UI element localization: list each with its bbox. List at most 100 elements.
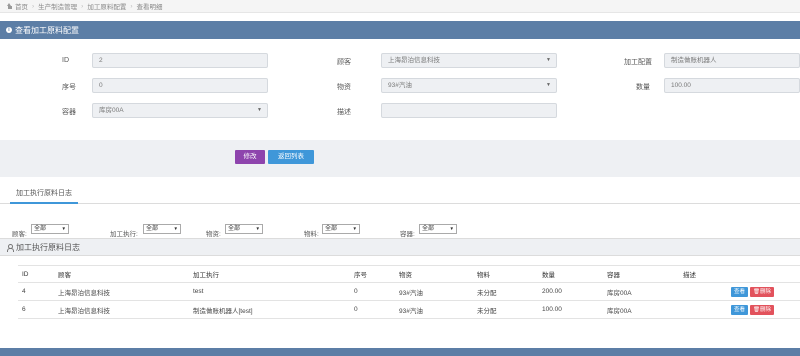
config-label: 加工配置	[624, 59, 652, 66]
column-header[interactable]: 数量	[538, 265, 603, 283]
tab-processing-log[interactable]: 加工执行原料日志	[10, 187, 78, 204]
customer-value: 上海昂泊信息科技	[388, 57, 440, 64]
filter-container-value: 全部	[422, 226, 435, 232]
logs-table: ID 顾客 加工执行 序号 物资 物料 数量 容器 描述 4 上海昂泊信息科技 …	[18, 265, 800, 319]
filter-item-select[interactable]: 全部 ▼	[322, 224, 360, 234]
breadcrumb: 首页 › 生产制造管理 › 加工原料配置 › 查看明细	[0, 0, 800, 13]
cell-container: 库房00A	[603, 282, 679, 301]
filter-material-label: 物资:	[206, 231, 221, 238]
column-header[interactable]: 加工执行	[189, 265, 350, 283]
customer-label: 顾客	[337, 59, 351, 66]
desc-label: 描述	[337, 109, 351, 116]
edit-button[interactable]: 修改	[235, 150, 265, 164]
desc-field[interactable]	[381, 103, 557, 118]
filter-customer-value: 全部	[34, 226, 47, 232]
cell-exec: 制造做账机器人[test]	[189, 300, 350, 319]
column-header[interactable]: 物料	[473, 265, 538, 283]
seq-label: 序号	[62, 84, 76, 91]
chevron-down-icon: ▼	[546, 82, 551, 88]
cell-material: 93#汽油	[395, 300, 473, 319]
cell-material: 93#汽油	[395, 282, 473, 301]
delete-button[interactable]: 🗑删除	[750, 304, 775, 315]
breadcrumb-separator: ›	[32, 2, 35, 10]
cell-actions: 查看 🗑删除	[727, 282, 800, 301]
cell-customer: 上海昂泊信息科技	[54, 300, 189, 319]
cell-item: 未分配	[473, 282, 538, 301]
cell-container: 库房00A	[603, 300, 679, 319]
table-row: 6 上海昂泊信息科技 制造做账机器人[test] 0 93#汽油 未分配 100…	[18, 300, 800, 319]
cell-id: 4	[18, 282, 54, 301]
seq-field[interactable]: 0	[92, 78, 268, 93]
breadcrumb-home[interactable]: 首页	[15, 1, 28, 11]
action-bar: 修改 返回列表	[0, 140, 800, 177]
cell-customer: 上海昂泊信息科技	[54, 282, 189, 301]
filter-exec-value: 全部	[146, 226, 159, 232]
id-field[interactable]: 2	[92, 53, 268, 68]
breadcrumb-config[interactable]: 加工原料配置	[87, 1, 126, 11]
filter-exec-select[interactable]: 全部 ▼	[143, 224, 181, 234]
container-label: 容器	[62, 109, 76, 116]
cell-actions: 查看 🗑删除	[727, 300, 800, 319]
filter-item-label: 物料:	[304, 231, 319, 238]
breadcrumb-production[interactable]: 生产制造管理	[38, 1, 77, 11]
breadcrumb-separator: ›	[130, 2, 133, 10]
column-header[interactable]: 顾客	[54, 265, 189, 283]
id-label: ID	[62, 57, 69, 64]
material-select[interactable]: 93#汽油 ▼	[381, 78, 557, 93]
chevron-down-icon: ▼	[546, 57, 551, 63]
material-value: 93#汽油	[388, 82, 412, 89]
column-header[interactable]: 物资	[395, 265, 473, 283]
material-label: 物资	[337, 84, 351, 91]
panel-header: i 查看加工原料配置	[0, 21, 800, 39]
detail-form: ID 2 顾客 上海昂泊信息科技 ▼ 加工配置 制造做账机器人 序号 0 物资 …	[0, 39, 800, 137]
qty-label: 数量	[636, 84, 650, 91]
chevron-down-icon: ▼	[173, 226, 178, 231]
home-icon	[6, 2, 13, 10]
chevron-down-icon: ▼	[257, 107, 262, 113]
config-field[interactable]: 制造做账机器人	[664, 53, 800, 68]
cell-id: 6	[18, 300, 54, 319]
column-header[interactable]: 描述	[679, 265, 727, 283]
logs-section-header: 加工执行原料日志	[0, 238, 800, 256]
qty-field[interactable]: 100.00	[664, 78, 800, 93]
column-header[interactable]: ID	[18, 265, 54, 283]
customer-select[interactable]: 上海昂泊信息科技 ▼	[381, 53, 557, 68]
filter-customer-label: 顾客:	[12, 231, 27, 238]
cell-desc	[679, 300, 727, 319]
filter-container-select[interactable]: 全部 ▼	[419, 224, 457, 234]
cell-qty: 100.00	[538, 300, 603, 319]
chevron-down-icon: ▼	[352, 226, 357, 231]
cell-seq: 0	[350, 300, 395, 319]
back-to-list-button[interactable]: 返回列表	[268, 150, 314, 164]
cell-qty: 200.00	[538, 282, 603, 301]
view-button[interactable]: 查看	[731, 286, 749, 297]
delete-label: 删除	[760, 288, 772, 295]
delete-button[interactable]: 🗑删除	[750, 286, 775, 297]
trash-icon: 🗑	[753, 288, 760, 295]
cell-exec: test	[189, 282, 350, 301]
column-header[interactable]: 序号	[350, 265, 395, 283]
breadcrumb-separator: ›	[81, 2, 84, 10]
filter-item-value: 全部	[325, 226, 338, 232]
user-icon	[6, 243, 14, 252]
footer-bar	[0, 348, 800, 356]
trash-icon: 🗑	[753, 306, 760, 313]
chevron-down-icon: ▼	[255, 226, 260, 231]
cell-item: 未分配	[473, 300, 538, 319]
container-select[interactable]: 库房00A ▼	[92, 103, 268, 118]
logs-title: 加工执行原料日志	[16, 242, 80, 252]
table-row: 4 上海昂泊信息科技 test 0 93#汽油 未分配 200.00 库房00A…	[18, 282, 800, 301]
info-icon: i	[6, 27, 12, 33]
cell-seq: 0	[350, 282, 395, 301]
column-header	[727, 265, 800, 283]
view-button[interactable]: 查看	[731, 304, 749, 315]
delete-label: 删除	[760, 306, 772, 313]
filter-customer-select[interactable]: 全部 ▼	[31, 224, 69, 234]
filter-bar: 顾客: 全部 ▼ 加工执行: 全部 ▼ 物资: 全部 ▼ 物料: 全部 ▼ 容器…	[0, 220, 800, 238]
cell-desc	[679, 282, 727, 301]
container-value: 库房00A	[99, 107, 124, 114]
column-header[interactable]: 容器	[603, 265, 679, 283]
chevron-down-icon: ▼	[449, 226, 454, 231]
filter-material-select[interactable]: 全部 ▼	[225, 224, 263, 234]
chevron-down-icon: ▼	[61, 226, 66, 231]
